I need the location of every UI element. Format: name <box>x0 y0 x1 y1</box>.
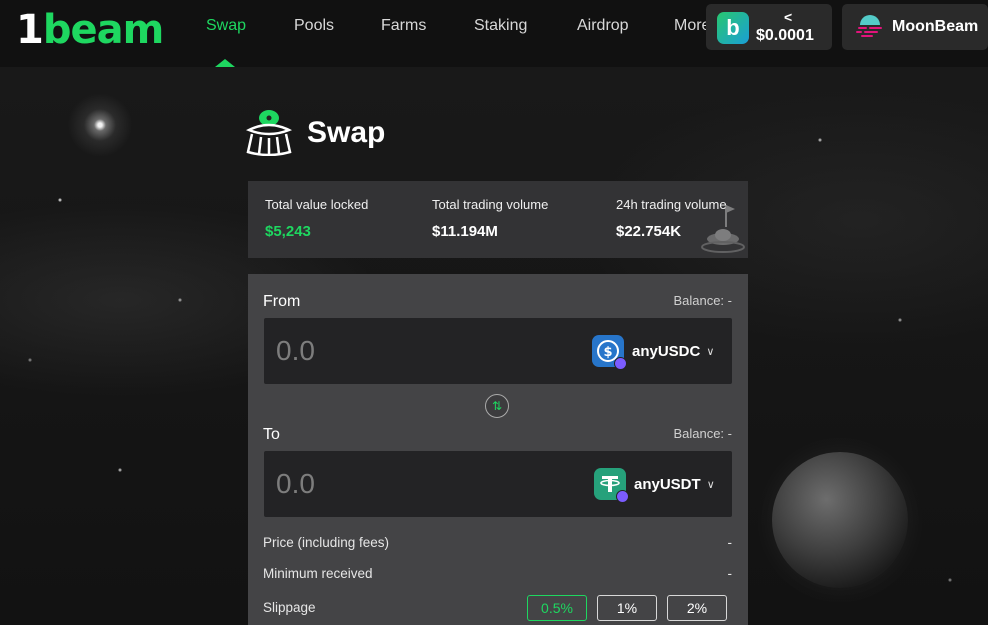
nav-farms[interactable]: Farms <box>381 17 426 35</box>
stats-panel: Total value locked $5,243 Total trading … <box>248 181 748 258</box>
price-value: - <box>727 535 733 550</box>
slippage-option-2[interactable]: 2% <box>667 595 727 621</box>
logo-number: 1 <box>16 7 44 53</box>
page-title: Swap <box>307 116 386 149</box>
nav-swap[interactable]: Swap <box>206 17 246 35</box>
brand-logo[interactable]: 1 beam <box>16 7 164 53</box>
chevron-down-icon: ∨ <box>706 345 715 358</box>
from-amount-input[interactable] <box>276 330 576 372</box>
price-label: Price (including fees) <box>263 535 390 550</box>
slippage-option-0-5[interactable]: 0.5% <box>527 595 587 621</box>
tvl-value: $5,243 <box>265 223 311 240</box>
nav-staking[interactable]: Staking <box>474 17 527 35</box>
slippage-label: Slippage <box>263 600 316 615</box>
usdt-icon <box>594 468 629 503</box>
total-volume-label: Total trading volume <box>432 197 549 212</box>
swap-card: From Balance: - $ anyUSDC ∨ ⇅ To Balance… <box>248 274 748 625</box>
min-received-value: - <box>727 566 733 581</box>
nav-pools[interactable]: Pools <box>294 17 334 35</box>
to-amount-input[interactable] <box>276 463 576 505</box>
to-label: To <box>263 426 280 443</box>
beam-logo-icon: b <box>717 12 749 44</box>
total-volume-value: $11.194M <box>432 223 498 240</box>
from-token-selector[interactable]: $ anyUSDC ∨ <box>592 333 715 370</box>
from-balance: Balance: - <box>673 293 732 308</box>
network-label: MoonBeam <box>892 18 979 35</box>
nav-more[interactable]: More <box>674 17 710 35</box>
logo-wordmark: beam <box>42 7 164 53</box>
daily-volume-value: $22.754K <box>616 223 682 240</box>
token-price-widget[interactable]: b < $0.0001 <box>706 4 832 50</box>
moonbeam-icon <box>856 15 882 37</box>
to-token-name: anyUSDT <box>634 475 701 493</box>
svg-text:$: $ <box>603 345 612 360</box>
usdc-icon: $ <box>592 335 627 370</box>
ufo-flag-decoration-icon <box>701 205 745 253</box>
top-navigation-bar: 1 beam Swap Pools Farms Staking Airdrop M… <box>0 0 988 67</box>
moon-decoration <box>772 452 908 588</box>
nav-airdrop[interactable]: Airdrop <box>577 17 629 35</box>
swap-direction-button[interactable]: ⇅ <box>485 394 509 418</box>
price-chevron: < <box>784 9 793 25</box>
to-balance: Balance: - <box>673 426 732 441</box>
min-received-label: Minimum received <box>263 566 373 581</box>
active-tab-indicator <box>215 59 235 67</box>
to-amount-box: anyUSDT ∨ <box>264 451 732 517</box>
slippage-option-1[interactable]: 1% <box>597 595 657 621</box>
token-price-value: $0.0001 <box>756 27 814 44</box>
chevron-down-icon: ∨ <box>706 478 715 491</box>
ufo-icon <box>246 110 292 156</box>
tvl-label: Total value locked <box>265 197 369 212</box>
from-label: From <box>263 293 301 310</box>
from-token-name: anyUSDC <box>632 342 701 360</box>
from-amount-box: $ anyUSDC ∨ <box>264 318 732 384</box>
to-token-selector[interactable]: anyUSDT ∨ <box>594 466 715 503</box>
network-selector[interactable]: MoonBeam <box>842 4 988 50</box>
